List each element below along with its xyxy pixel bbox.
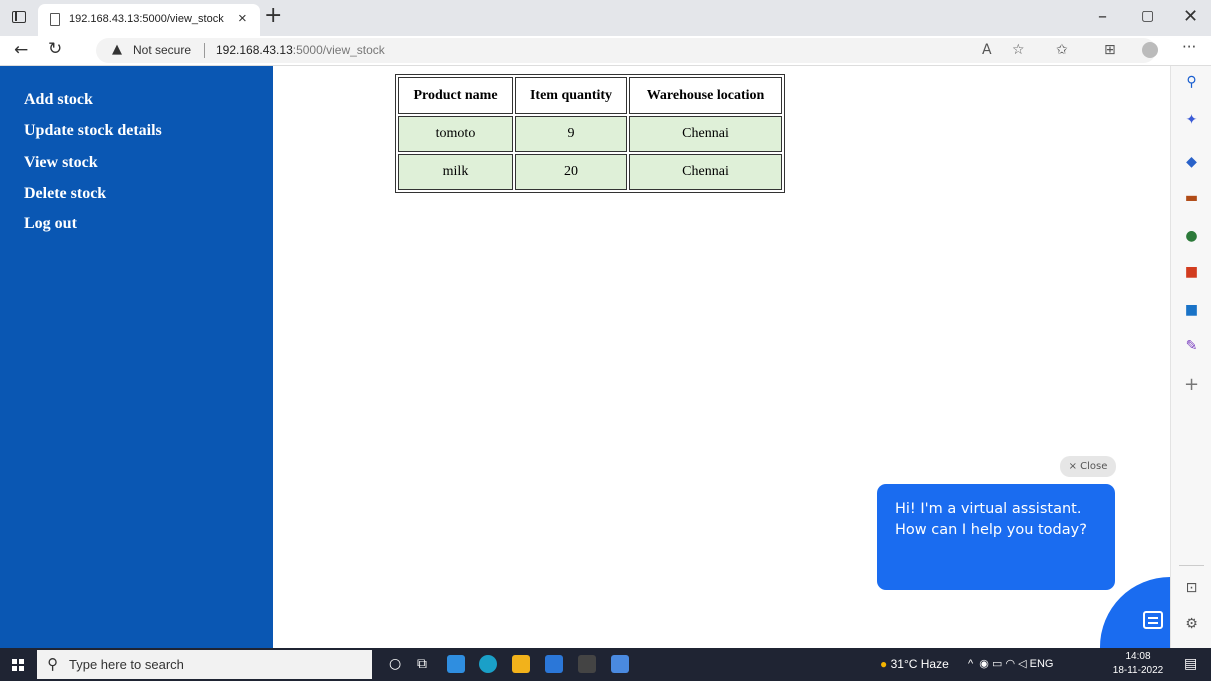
system-tray[interactable]: ^ ◉ ▭ ◠ ◁ ENG [968,657,1053,670]
chat-greeting-bubble[interactable]: Hi! I'm a virtual assistant. How can I h… [877,484,1115,590]
minimize-icon[interactable]: – [1098,6,1107,27]
mail-icon[interactable] [447,655,465,673]
windows-start-icon[interactable] [12,659,24,671]
search-placeholder: Type here to search [69,657,184,672]
chat-icon [1143,611,1163,629]
sidebar-item-add-stock[interactable]: Add stock [24,91,93,109]
new-tab-button[interactable]: + [264,3,282,28]
taskbar-clock[interactable]: 14:08 18-11-2022 [1108,650,1168,678]
url-path: :5000/view_stock [292,43,385,57]
header-warehouse-location: Warehouse location [629,77,782,114]
tray-chevron-icon: ^ [968,658,974,670]
more-menu-icon[interactable]: ··· [1182,38,1196,56]
address-bar[interactable]: ▲ Not secure 192.168.43.13:5000/view_sto… [96,38,1156,63]
search-icon[interactable]: ⚲ [1171,74,1211,90]
clock-date: 18-11-2022 [1112,665,1164,676]
read-aloud-icon[interactable]: A [982,42,992,58]
sidebar-nav: Add stock Update stock details View stoc… [0,66,273,648]
cell-warehouse-location: Chennai [629,116,782,152]
cell-product-name: milk [398,154,513,190]
page-icon [50,13,60,26]
sidebar-item-log-out[interactable]: Log out [24,215,77,233]
tab-actions-icon[interactable] [12,11,26,23]
tools-icon[interactable]: ▬ [1171,190,1211,206]
reload-icon[interactable]: ↻ [48,39,62,59]
games-icon[interactable]: ● [1171,228,1211,244]
language-indicator: ENG [1029,658,1054,670]
cell-item-quantity: 9 [515,116,627,152]
url-host: 192.168.43.13 [216,43,293,57]
edge-icon[interactable] [479,655,497,673]
back-icon[interactable]: ← [14,40,28,60]
browser-tab[interactable]: 192.168.43.13:5000/view_stock × [38,4,260,36]
sidebar-item-update-stock[interactable]: Update stock details [24,122,162,140]
cell-item-quantity: 20 [515,154,627,190]
address-separator [204,43,205,58]
wifi-icon: ◠ [1005,658,1016,670]
header-item-quantity: Item quantity [515,77,627,114]
table-row: milk 20 Chennai [398,154,782,190]
web-page: Add stock Update stock details View stoc… [0,66,1170,648]
terminal-icon[interactable] [578,655,596,673]
weather-widget[interactable]: ● 31°C Haze [880,657,949,671]
tab-title: 192.168.43.13:5000/view_stock [69,13,224,25]
sidebar-toggle-icon[interactable]: ⊡ [1171,580,1211,596]
chat-close-button[interactable]: × Close [1060,456,1116,477]
header-product-name: Product name [398,77,513,114]
browser-toolbar: ← ↻ ▲ Not secure 192.168.43.13:5000/view… [0,36,1211,66]
url-text[interactable]: 192.168.43.13:5000/view_stock [216,43,385,57]
browser-sidebar-rail: ⚲ ✦ ◆ ▬ ● ■ ■ ✎ + ⊡ ⚙ [1170,66,1211,648]
table-row: tomoto 9 Chennai [398,116,782,152]
browser-tab-strip: 192.168.43.13:5000/view_stock × + – ▢ ✕ [0,0,1211,36]
security-label[interactable]: Not secure [133,43,191,57]
notification-icon[interactable]: ▤ [1184,656,1197,672]
file-explorer-icon[interactable] [512,655,530,673]
warning-icon[interactable]: ▲ [112,42,122,57]
weather-text: 31°C Haze [890,657,949,671]
windows-taskbar: ⚲ Type here to search ○ ⧉ ● 31°C Haze ^ … [0,648,1211,681]
taskbar-search-box[interactable]: ⚲ Type here to search [37,650,372,679]
volume-icon: ◁ [1018,658,1027,670]
weather-sun-icon: ● [880,657,888,671]
tab-close-icon[interactable]: × [238,10,247,27]
window-close-icon[interactable]: ✕ [1183,6,1198,27]
cell-warehouse-location: Chennai [629,154,782,190]
battery-icon: ▭ [991,658,1003,670]
shopping-icon[interactable]: ◆ [1171,154,1211,170]
stock-table: Product name Item quantity Warehouse loc… [395,74,785,193]
network-icon: ◉ [979,658,989,670]
outlook-icon[interactable]: ■ [1171,302,1211,318]
rail-divider [1179,565,1204,566]
sidebar-item-view-stock[interactable]: View stock [24,154,98,172]
office-icon[interactable]: ■ [1171,264,1211,280]
cell-product-name: tomoto [398,116,513,152]
settings-gear-icon[interactable]: ⚙ [1171,616,1211,632]
favorite-icon[interactable]: ☆ [1012,42,1025,58]
discover-icon[interactable]: ✦ [1171,112,1211,128]
designer-icon[interactable]: ✎ [1171,338,1211,354]
clock-time: 14:08 [1125,651,1151,662]
cortana-icon[interactable]: ○ [389,656,401,672]
search-icon: ⚲ [47,655,58,673]
sidebar-item-delete-stock[interactable]: Delete stock [24,185,106,203]
task-view-icon[interactable]: ⧉ [417,656,427,672]
restore-icon[interactable]: ▢ [1141,8,1154,24]
favorites-icon[interactable]: ✩ [1056,42,1068,58]
table-header-row: Product name Item quantity Warehouse loc… [398,77,782,114]
add-icon[interactable]: + [1171,374,1211,395]
profile-avatar[interactable] [1142,42,1158,58]
collections-icon[interactable]: ⊞ [1104,42,1116,58]
store-icon[interactable] [545,655,563,673]
notepad-icon[interactable] [611,655,629,673]
